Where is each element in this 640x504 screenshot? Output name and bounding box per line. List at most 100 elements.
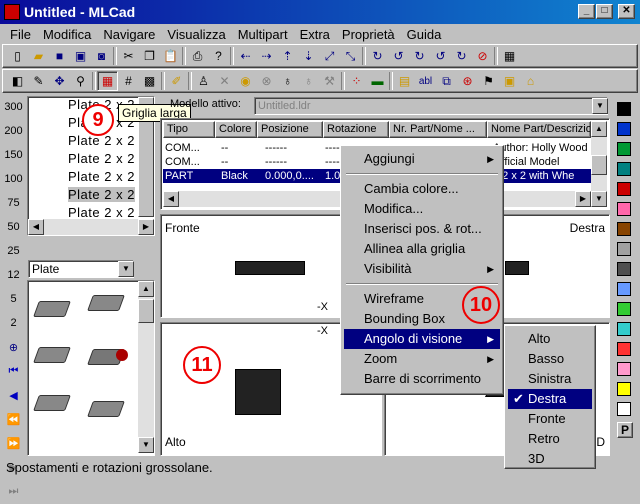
col-posizione[interactable]: Posizione (257, 121, 323, 138)
grid-medium-icon[interactable]: # (118, 71, 139, 91)
prev-step-icon[interactable]: ◀ (3, 385, 24, 405)
move-diag-icon[interactable]: ⤢ (319, 46, 340, 66)
menu-proprieta[interactable]: Proprietà (336, 27, 401, 42)
menu-barre-scorrimento[interactable]: Barre di scorrimento (344, 369, 500, 389)
view-destra[interactable]: ✔ Destra (508, 389, 592, 409)
zoom-100-button[interactable]: 100 (3, 169, 24, 189)
palette-button[interactable]: P (617, 422, 633, 438)
grid-large-icon[interactable]: ▦ (97, 71, 118, 91)
calculator-icon[interactable]: ▦ (499, 46, 520, 66)
grid-small-icon[interactable]: ▩ (139, 71, 160, 91)
tree-item[interactable]: Plate 2 x 2 (68, 169, 135, 184)
tree-hscrollbar[interactable] (28, 219, 154, 235)
part-thumb[interactable] (33, 347, 71, 363)
open-icon[interactable]: ▰ (28, 46, 49, 66)
bulb-icon[interactable]: ♁ (277, 71, 298, 91)
bulb-off-icon[interactable]: ♁ (298, 71, 319, 91)
menu-inserisci[interactable]: Inserisci pos. & rot... (344, 219, 500, 239)
remove-icon[interactable]: ✕ (214, 71, 235, 91)
zoom-75-button[interactable]: 75 (3, 193, 24, 213)
close-button[interactable]: ✕ (618, 4, 635, 19)
combo-dropdown-icon[interactable]: ▼ (118, 261, 134, 277)
scroll-right-icon[interactable]: ▶ (138, 219, 154, 235)
part-thumb[interactable] (87, 401, 125, 417)
rotate-x-pos-icon[interactable]: ↺ (388, 46, 409, 66)
menu-zoom[interactable]: Zoom ▶ (344, 349, 500, 369)
menu-visibilita[interactable]: Visibilità ▶ (344, 259, 500, 279)
color-swatch[interactable] (617, 322, 631, 336)
part-thumb[interactable] (33, 395, 71, 411)
light-icon[interactable]: ♙ (193, 71, 214, 91)
tools-icon[interactable]: ⚒ (319, 71, 340, 91)
color-swatch[interactable] (617, 302, 631, 316)
color-swatch[interactable] (617, 202, 631, 216)
help-icon[interactable]: ? (208, 46, 229, 66)
color-swatch[interactable] (617, 122, 631, 136)
view-basso[interactable]: Basso (508, 349, 592, 369)
zoom-icon[interactable]: ⚲ (70, 71, 91, 91)
color-swatch[interactable] (617, 242, 631, 256)
step-icon[interactable]: ▣ (499, 71, 520, 91)
menu-modifica[interactable]: Modifica... (344, 199, 500, 219)
print-icon[interactable]: ⎙ (187, 46, 208, 66)
menu-guida[interactable]: Guida (401, 27, 448, 42)
col-colore[interactable]: Colore (215, 121, 257, 138)
copy-icon[interactable]: ❐ (139, 46, 160, 66)
zoom-5-button[interactable]: 5 (3, 289, 24, 309)
color-swatch[interactable] (617, 282, 631, 296)
move-up-icon[interactable]: ⇡ (277, 46, 298, 66)
group-icon[interactable]: ⧉ (436, 71, 457, 91)
part-thumb[interactable] (33, 301, 71, 317)
color-swatch[interactable] (617, 182, 631, 196)
parts-preview[interactable]: ▲ ▼ (27, 280, 155, 456)
view-retro[interactable]: Retro (508, 429, 592, 449)
new-icon[interactable]: ▯ (7, 46, 28, 66)
scroll-left-icon[interactable]: ◀ (28, 219, 44, 235)
color-swatch[interactable] (617, 102, 631, 116)
tree-item[interactable]: Plate 2 x 2 (68, 205, 135, 220)
cut-icon[interactable]: ✂ (118, 46, 139, 66)
row-tipo[interactable]: COM... (165, 141, 200, 155)
rewind-icon[interactable]: ⏪ (3, 409, 24, 429)
zoom-25-button[interactable]: 25 (3, 241, 24, 261)
paste-icon[interactable]: 📋 (160, 46, 181, 66)
maximize-button[interactable]: □ (596, 4, 613, 19)
col-nome-part[interactable]: Nome Part/Descrizion (487, 121, 591, 138)
menu-aggiungi[interactable]: Aggiungi ▶ (344, 149, 500, 169)
last-step-icon[interactable]: ⏭ (3, 481, 24, 501)
model-dropdown-icon[interactable]: ▼ (592, 98, 608, 114)
view-fronte[interactable]: Fronte (508, 409, 592, 429)
color-icon[interactable]: ◉ (235, 71, 256, 91)
view-alto[interactable]: Alto (508, 329, 592, 349)
first-step-icon[interactable]: ⏮ (3, 361, 24, 381)
zoom-2-button[interactable]: 2 (3, 313, 24, 333)
minimize-button[interactable]: _ (578, 4, 595, 19)
model-combo[interactable]: Untitled.ldr (254, 97, 608, 115)
folder-icon[interactable]: ▬ (367, 71, 388, 91)
forward-icon[interactable]: ⏩ (3, 433, 24, 453)
zoom-12-button[interactable]: 12 (3, 265, 24, 285)
zoom-150-button[interactable]: 150 (3, 145, 24, 165)
rotate-x-neg-icon[interactable]: ↻ (367, 46, 388, 66)
zoom-50-button[interactable]: 50 (3, 217, 24, 237)
search-icon[interactable]: ⊛ (457, 71, 478, 91)
menu-multipart[interactable]: Multipart (232, 27, 294, 42)
pencil-icon[interactable]: ✐ (166, 71, 187, 91)
move-down-icon[interactable]: ⇣ (298, 46, 319, 66)
col-nr-part[interactable]: Nr. Part/Nome ... (389, 121, 487, 138)
color-swatch[interactable] (617, 162, 631, 176)
dots-icon[interactable]: ⁘ (346, 71, 367, 91)
col-rotazione[interactable]: Rotazione (323, 121, 389, 138)
save-icon[interactable]: ■ (49, 46, 70, 66)
row-tipo[interactable]: COM... (165, 155, 200, 169)
menu-visualizza[interactable]: Visualizza (161, 27, 231, 42)
rotate-y-pos-icon[interactable]: ↺ (430, 46, 451, 66)
color-swatch[interactable] (617, 262, 631, 276)
text-icon[interactable]: abl (415, 71, 436, 91)
edit-icon[interactable]: ✎ (28, 71, 49, 91)
scroll-thumb[interactable] (138, 299, 154, 323)
color-swatch[interactable] (617, 222, 631, 236)
move-icon[interactable]: ✥ (49, 71, 70, 91)
rotate-y-neg-icon[interactable]: ↻ (409, 46, 430, 66)
menu-allinea[interactable]: Allinea alla griglia (344, 239, 500, 259)
